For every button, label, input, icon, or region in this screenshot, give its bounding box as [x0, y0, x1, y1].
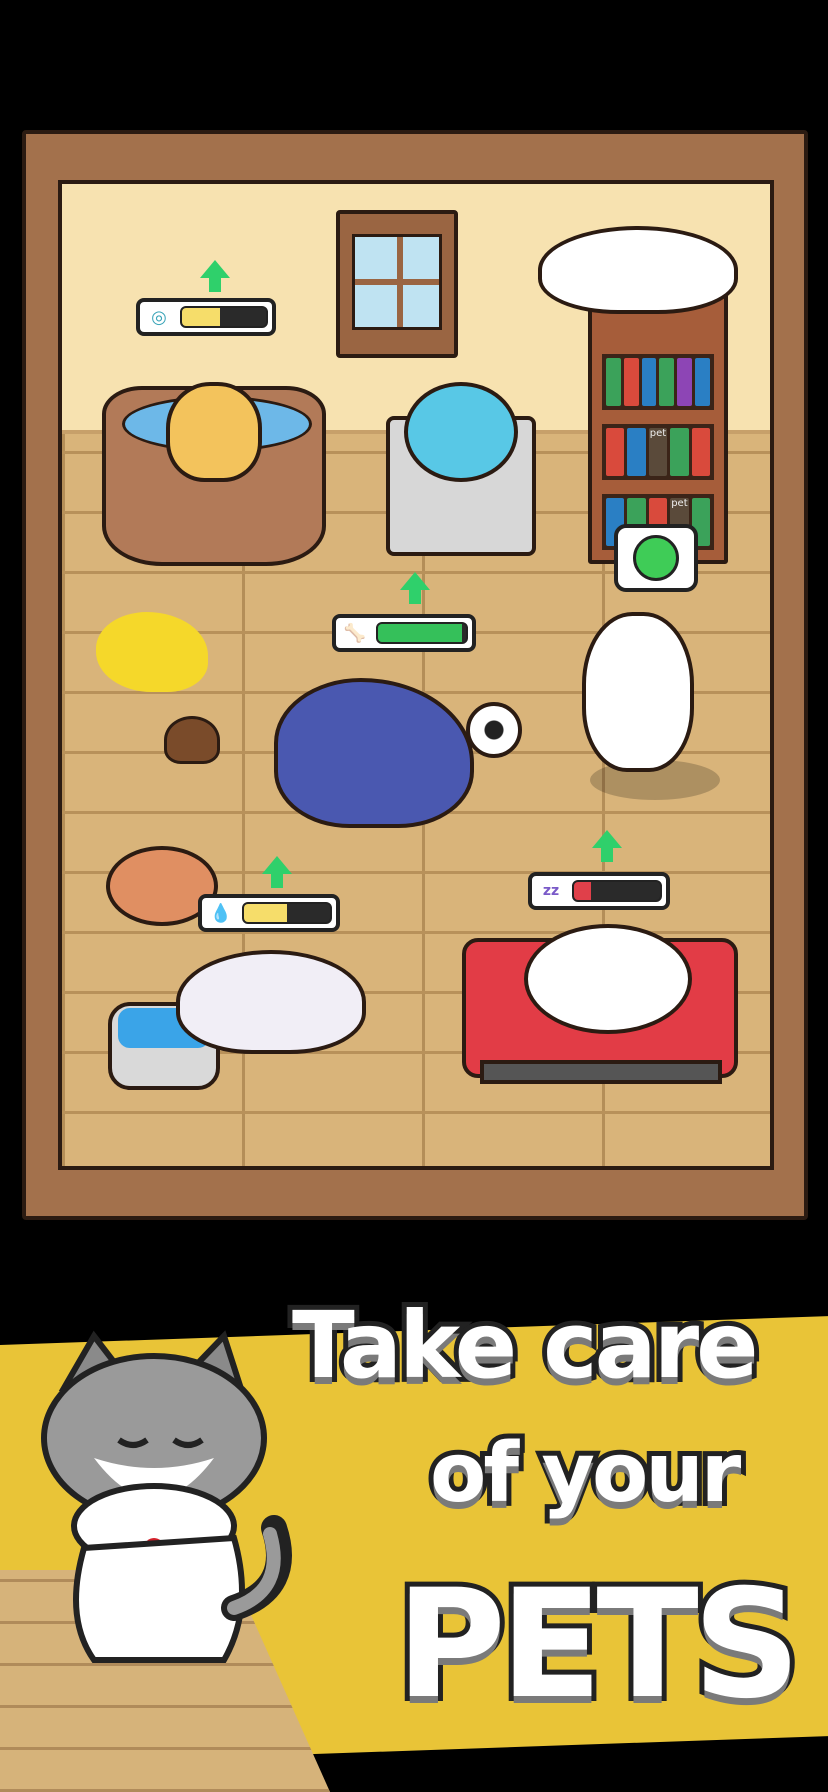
sleep-zzz-icon: zz	[536, 878, 566, 904]
promo-headline-line2: of your	[425, 1421, 746, 1526]
window-pane	[352, 234, 442, 330]
shelf-row	[602, 354, 714, 410]
status-meter	[242, 902, 332, 924]
status-bubble-water[interactable]: 💧	[198, 894, 340, 932]
status-bubble-hygiene[interactable]: ◎	[136, 298, 276, 336]
white-cat-on-shelf[interactable]	[538, 226, 738, 314]
bookshelf[interactable]: pet pet	[588, 282, 728, 564]
need-up-arrow-icon	[592, 830, 622, 862]
happy-face-icon	[633, 535, 679, 581]
panda-pet[interactable]	[582, 612, 694, 772]
status-bubble-food[interactable]: 🦴	[332, 614, 476, 652]
poop[interactable]	[164, 716, 220, 764]
shelf-row: pet	[602, 424, 714, 480]
husky-cat-mascot	[41, 1330, 292, 1663]
status-bubble-sleep[interactable]: zz	[528, 872, 670, 910]
need-up-arrow-icon	[262, 856, 292, 888]
sleeping-white-dog-pet[interactable]	[524, 924, 692, 1034]
need-up-arrow-icon	[400, 572, 430, 604]
pet-bed-base	[480, 1060, 722, 1084]
promo-headline-line3: PETS	[391, 1553, 806, 1737]
status-meter	[572, 880, 662, 902]
book-label: pet	[648, 428, 668, 476]
bone-icon: 🦴	[340, 620, 370, 646]
water-drop-icon: 💧	[206, 900, 236, 926]
shiba-dog-pet[interactable]	[166, 382, 262, 482]
status-meter	[180, 306, 268, 328]
mood-bubble	[614, 524, 698, 592]
guinea-pig-pet[interactable]	[176, 950, 366, 1054]
fishbowl[interactable]	[404, 382, 518, 482]
bubbles-icon: ◎	[144, 304, 174, 330]
need-up-arrow-icon	[200, 260, 230, 292]
window	[336, 210, 458, 358]
status-meter	[376, 622, 468, 644]
soccer-ball[interactable]	[466, 702, 522, 758]
promo-headline-line1: Take care	[287, 1287, 764, 1404]
